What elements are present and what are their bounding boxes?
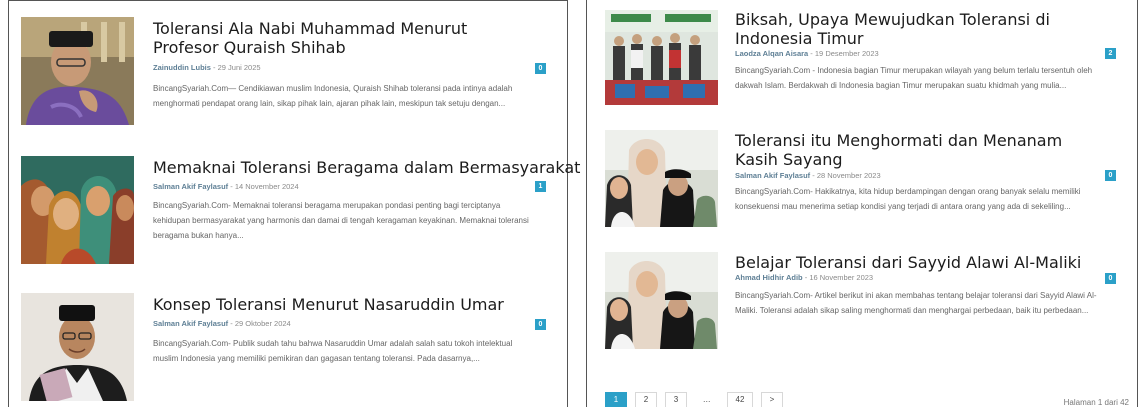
comment-count-badge[interactable]: 1 [535, 181, 546, 192]
meta-separator: - [228, 182, 235, 191]
meta-separator: - [810, 171, 817, 180]
article-date: 29 Juni 2025 [217, 63, 261, 72]
article-meta: Salman Akif Faylasuf - 29 Oktober 2024 [153, 319, 291, 328]
meta-separator: - [808, 49, 815, 58]
article-title[interactable]: Konsep Toleransi Menurut Nasaruddin Umar [153, 295, 533, 314]
next-page-button[interactable]: > [761, 392, 783, 407]
article-meta: Salman Akif Faylasuf - 28 November 2023 [735, 171, 881, 180]
article-author[interactable]: Laodza Alqan Aisara [735, 49, 808, 58]
article-list-left: Toleransi Ala Nabi Muhammad Menurut Prof… [8, 0, 580, 407]
page-button-1[interactable]: 1 [605, 392, 627, 407]
article-author[interactable]: Salman Akif Faylasuf [153, 182, 228, 191]
article-author[interactable]: Salman Akif Faylasuf [153, 319, 228, 328]
article-thumbnail[interactable] [21, 17, 134, 125]
article-thumbnail[interactable] [605, 252, 718, 349]
article-excerpt: BincangSyariah.Com— Cendikiawan muslim I… [153, 84, 513, 108]
pagination-ellipsis: ... [703, 394, 711, 404]
meta-separator: - [228, 319, 235, 328]
article-excerpt: BincangSyariah.Com- Artikel berikut ini … [735, 291, 1097, 315]
article-author[interactable]: Zainuddin Lubis [153, 63, 211, 72]
article-list-right: Biksah, Upaya Mewujudkan Toleransi di In… [586, 0, 1138, 407]
article-author[interactable]: Ahmad Hidhir Adib [735, 273, 803, 282]
article-thumbnail[interactable] [605, 130, 718, 227]
article-excerpt: BincangSyariah.Com - Indonesia bagian Ti… [735, 66, 1093, 90]
illustration-image [21, 156, 134, 264]
comment-count-badge[interactable]: 0 [535, 319, 546, 330]
article-title[interactable]: Memaknai Toleransi Beragama dalam Bermas… [153, 158, 580, 177]
article-excerpt: BincangSyariah.Com- Hakikatnya, kita hid… [735, 187, 1081, 211]
article-meta: Salman Akif Faylasuf - 14 November 2024 [153, 182, 299, 191]
article-date: 16 November 2023 [809, 273, 874, 282]
comment-count-badge[interactable]: 0 [1105, 170, 1116, 181]
page-button-2[interactable]: 2 [635, 392, 657, 407]
article-excerpt: BincangSyariah.Com- Memaknai toleransi b… [153, 201, 529, 240]
family-photo-image [605, 252, 718, 349]
article-meta: Zainuddin Lubis - 29 Juni 2025 [153, 63, 261, 72]
article-title[interactable]: Belajar Toleransi dari Sayyid Alawi Al-M… [735, 253, 1105, 272]
comment-count-badge[interactable]: 2 [1105, 48, 1116, 59]
page-button-3[interactable]: 3 [665, 392, 687, 407]
article-title[interactable]: Toleransi Ala Nabi Muhammad Menurut Prof… [153, 19, 533, 57]
article-thumbnail[interactable] [21, 293, 134, 401]
article-author[interactable]: Salman Akif Faylasuf [735, 171, 810, 180]
portrait-image [21, 17, 134, 125]
article-title[interactable]: Toleransi itu Menghormati dan Menanam Ka… [735, 131, 1105, 169]
group-photo-image [605, 10, 718, 105]
article-thumbnail[interactable] [21, 156, 134, 264]
meta-separator: - [210, 63, 218, 72]
portrait-image [21, 293, 134, 401]
article-title[interactable]: Biksah, Upaya Mewujudkan Toleransi di In… [735, 10, 1105, 48]
article-date: 14 November 2024 [234, 182, 299, 191]
article-thumbnail[interactable] [605, 10, 718, 105]
article-meta: Ahmad Hidhir Adib - 16 November 2023 [735, 273, 873, 282]
pagination-info: Halaman 1 dari 42 [1063, 398, 1129, 407]
article-meta: Laodza Alqan Aisara - 19 Desember 2023 [735, 49, 879, 58]
article-excerpt: BincangSyariah.Com- Publik sudah tahu ba… [153, 339, 513, 363]
comment-count-badge[interactable]: 0 [1105, 273, 1116, 284]
article-date: 29 Oktober 2024 [234, 319, 291, 328]
article-date: 19 Desember 2023 [814, 49, 879, 58]
family-photo-image [605, 130, 718, 227]
comment-count-badge[interactable]: 0 [535, 63, 546, 74]
page-button-last[interactable]: 42 [727, 392, 753, 407]
article-date: 28 November 2023 [816, 171, 881, 180]
